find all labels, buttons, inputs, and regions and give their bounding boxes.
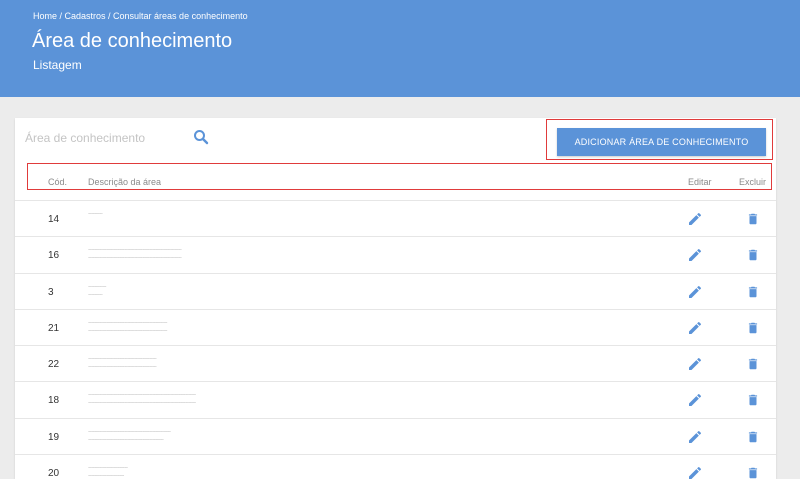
page-subtitle: Listagem (33, 58, 82, 72)
edit-button[interactable] (687, 320, 703, 336)
pencil-icon (689, 321, 702, 334)
table-body: 14 ~~~~ 16 ~~~~~~~~~~~~~~~~~~~~~~~~~~ ~~… (15, 200, 776, 479)
edit-button[interactable] (687, 211, 703, 227)
cell-code: 3 (48, 286, 54, 298)
table-row: 14 ~~~~ (15, 201, 776, 238)
pencil-icon (689, 212, 702, 225)
delete-button[interactable] (746, 392, 760, 408)
edit-button[interactable] (687, 465, 703, 479)
cell-description: ~~~~ (88, 211, 248, 227)
trash-icon (748, 431, 758, 443)
edit-button[interactable] (687, 392, 703, 408)
cell-description: ~~~~~~~~~~~~~~~~~~~~~~ ~~~~~~~~~~~~~~~~~… (88, 320, 248, 336)
pencil-icon (689, 249, 702, 262)
cell-description-line-2: ~~~~ (88, 291, 103, 299)
pencil-icon (689, 430, 702, 443)
cell-description: ~~~~~~~~~~~~~~~~~~~ ~~~~~~~~~~~~~~~~~~~ (88, 356, 248, 372)
table-row: 18 ~~~~~~~~~~~~~~~~~~~~~~~~~~~~~~ ~~~~~~… (15, 382, 776, 419)
page-header: Home / Cadastros / Consultar áreas de co… (0, 0, 800, 97)
cell-code: 21 (48, 322, 60, 334)
trash-icon (748, 322, 758, 334)
cell-description-line-1: ~~~~ (88, 211, 103, 218)
edit-button[interactable] (687, 247, 703, 263)
cell-code: 18 (48, 395, 60, 407)
cell-description-line-2: ~~~~~~~~~~ (88, 473, 124, 479)
cell-description: ~~~~~ ~~~~ (88, 284, 248, 300)
pencil-icon (689, 358, 702, 371)
cell-description-line-2: ~~~~~~~~~~~~~~~~~~~~~~ (88, 327, 167, 335)
delete-button[interactable] (746, 320, 760, 336)
cell-code: 22 (48, 359, 60, 371)
delete-button[interactable] (746, 247, 760, 263)
cell-description-line-1: ~~~~~ (88, 283, 106, 291)
delete-button[interactable] (746, 356, 760, 372)
table-row: 16 ~~~~~~~~~~~~~~~~~~~~~~~~~~ ~~~~~~~~~~… (15, 237, 776, 274)
trash-icon (748, 395, 758, 406)
cell-description-line-2: ~~~~~~~~~~~~~~~~~~~~~~~~~~ (88, 255, 182, 263)
cell-description-line-1: ~~~~~~~~~~~~~~~~~~~~~~ (88, 319, 167, 327)
cell-code: 19 (48, 431, 60, 443)
delete-button[interactable] (746, 465, 760, 479)
column-header-edit: Editar (688, 177, 712, 187)
trash-icon (748, 250, 758, 261)
trash-icon (748, 213, 758, 225)
cell-description-line-1: ~~~~~~~~~~~~~~~~~~~~~~~ (88, 428, 171, 436)
cell-description-line-1: ~~~~~~~~~~~~~~~~~~~~~~~~~~ (88, 247, 182, 255)
delete-button[interactable] (746, 211, 760, 227)
delete-button[interactable] (746, 284, 760, 300)
table-row: 20 ~~~~~~~~~~~ ~~~~~~~~~~ (15, 455, 776, 479)
edit-button[interactable] (687, 429, 703, 445)
search-icon[interactable] (193, 129, 209, 145)
pencil-icon (689, 394, 702, 407)
edit-button[interactable] (687, 284, 703, 300)
page-title: Área de conhecimento (32, 30, 233, 52)
search-input[interactable] (25, 127, 195, 149)
column-header-description: Descrição da área (88, 177, 162, 187)
cell-description: ~~~~~~~~~~~~~~~~~~~~~~~~~~~~~~ ~~~~~~~~~… (88, 392, 248, 408)
trash-icon (748, 467, 758, 479)
cell-description: ~~~~~~~~~~~~~~~~~~~~~~~~~~ ~~~~~~~~~~~~~… (88, 247, 248, 263)
pencil-icon (689, 467, 702, 479)
trash-icon (748, 358, 758, 370)
cell-description-line-2: ~~~~~~~~~~~~~~~~~~~~~~~~~~~~~~ (88, 400, 196, 408)
cell-code: 20 (48, 468, 60, 479)
cell-code: 14 (48, 214, 60, 225)
cell-description: ~~~~~~~~~~~~~~~~~~~~~~~ ~~~~~~~~~~~~~~~~… (88, 429, 248, 445)
add-area-button[interactable]: ADICIONAR ÁREA DE CONHECIMENTO (557, 128, 766, 156)
cell-description-line-2: ~~~~~~~~~~~~~~~~~~~~~ (88, 436, 164, 444)
list-card: ADICIONAR ÁREA DE CONHECIMENTO Cód. Desc… (15, 118, 776, 479)
cell-description: ~~~~~~~~~~~ ~~~~~~~~~~ (88, 465, 248, 479)
cell-description-line-1: ~~~~~~~~~~~~~~~~~~~ (88, 356, 157, 364)
table-row: 21 ~~~~~~~~~~~~~~~~~~~~~~ ~~~~~~~~~~~~~~… (15, 310, 776, 347)
pencil-icon (689, 285, 702, 298)
breadcrumb[interactable]: Home / Cadastros / Consultar áreas de co… (33, 11, 248, 21)
cell-description-line-2: ~~~~~~~~~~~~~~~~~~~ (88, 364, 157, 372)
cell-description-line-1: ~~~~~~~~~~~ (88, 465, 128, 473)
table-row: 22 ~~~~~~~~~~~~~~~~~~~ ~~~~~~~~~~~~~~~~~… (15, 346, 776, 383)
cell-description-line-1: ~~~~~~~~~~~~~~~~~~~~~~~~~~~~~~ (88, 392, 196, 400)
cell-description-line-2 (88, 219, 248, 227)
column-header-cod: Cód. (48, 177, 68, 187)
trash-icon (748, 286, 758, 297)
table-row: 3 ~~~~~ ~~~~ (15, 274, 776, 310)
column-header-delete: Excluir (739, 177, 767, 187)
cell-code: 16 (48, 250, 60, 262)
edit-button[interactable] (687, 356, 703, 372)
delete-button[interactable] (746, 429, 760, 445)
table-row: 19 ~~~~~~~~~~~~~~~~~~~~~~~ ~~~~~~~~~~~~~… (15, 419, 776, 456)
